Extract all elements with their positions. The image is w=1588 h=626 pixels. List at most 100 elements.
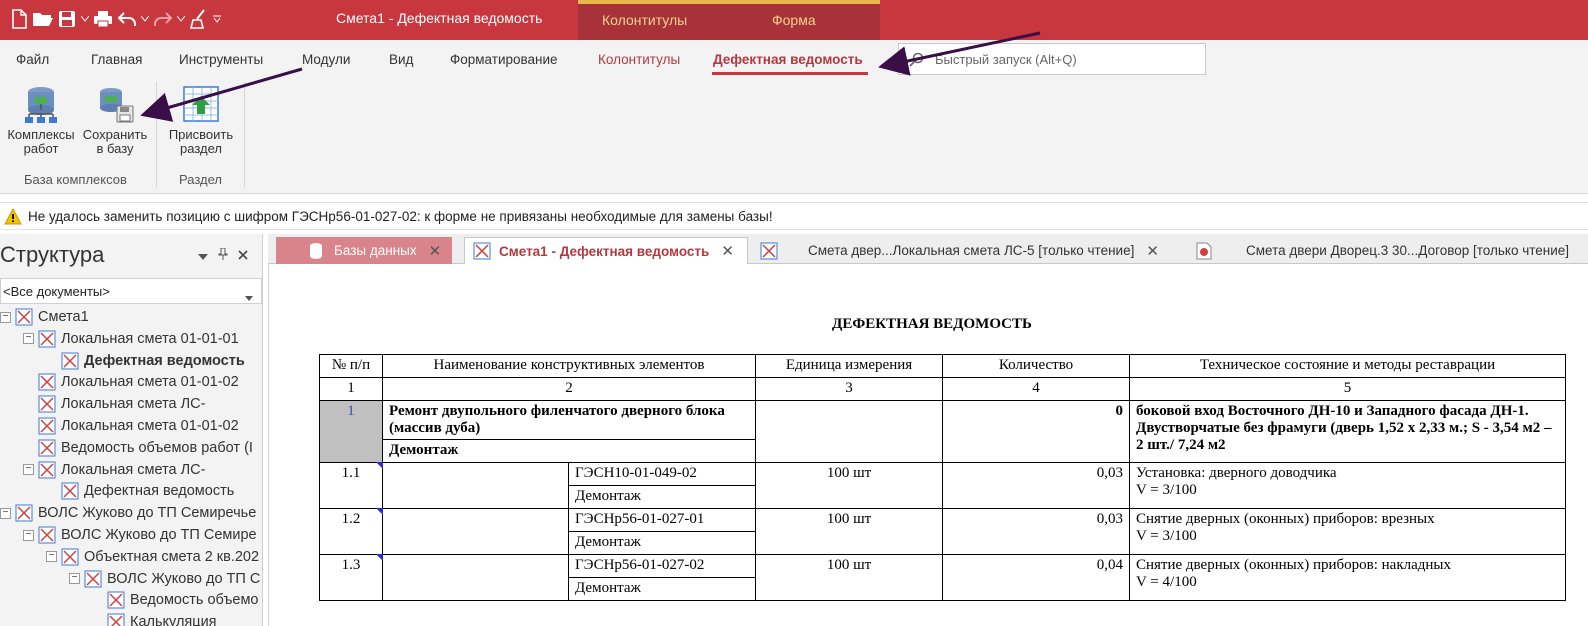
row-sub[interactable]: Демонтаж <box>568 577 756 601</box>
tree-item[interactable]: Дефектная ведомость <box>61 350 245 372</box>
tree-collapse-toggle[interactable]: − <box>23 529 34 541</box>
tree-item[interactable]: Локальная смета 01-01-02 <box>38 371 239 393</box>
column-number: 2 <box>382 377 756 401</box>
table-row[interactable]: 1.2 ГЭСНр56-01-027-01 100 шт 0,03 Снятие… <box>319 508 1566 555</box>
tree-item[interactable]: Ведомость объемов работ (I <box>38 437 253 459</box>
table-row[interactable]: 1.1 ГЭСН10-01-049-02 100 шт 0,03 Установ… <box>319 462 1566 509</box>
close-icon[interactable] <box>238 248 248 263</box>
tree-item[interactable]: − ВОЛС Жуково до ТП С <box>69 568 260 590</box>
row-number[interactable]: 1.1 <box>319 462 384 509</box>
row-state[interactable]: Установка: дверного доводчика V = 3/100 <box>1129 462 1566 509</box>
tab-formatting[interactable]: Форматирование <box>450 52 558 67</box>
tree-item[interactable]: Локальная смета ЛС- <box>38 393 205 415</box>
tree-item[interactable]: − Локальная смета 01-01-01 <box>23 328 239 350</box>
group-label-complexes-db: База комплексов <box>24 172 127 187</box>
section-title[interactable]: Ремонт двупольного филенчатого дверного … <box>382 400 756 440</box>
doc-tab-databases[interactable]: Базы данных ✕ <box>276 237 452 264</box>
row-quantity[interactable]: 0,04 <box>942 554 1130 601</box>
document-tab-bar: Базы данных ✕ Смета1 - Дефектная ведомос… <box>268 234 1588 264</box>
panel-menu-icon[interactable] <box>198 248 208 263</box>
tree-item[interactable]: Ведомость объемо <box>107 589 259 611</box>
row-sub[interactable]: Демонтаж <box>568 531 756 555</box>
print-icon[interactable] <box>92 7 114 31</box>
row-unit[interactable]: 100 шт <box>755 508 943 555</box>
tree-item[interactable]: − Смета1 <box>0 306 89 328</box>
close-icon[interactable]: ✕ <box>1146 242 1159 260</box>
row-code[interactable]: ГЭСНр56-01-027-01 <box>568 508 756 532</box>
context-tab-headers[interactable]: Колонтитулы <box>602 12 687 28</box>
row-quantity[interactable]: 0,03 <box>942 508 1130 555</box>
tree-collapse-toggle[interactable]: − <box>46 551 57 563</box>
tab-tools[interactable]: Инструменты <box>179 52 263 67</box>
column-header: Наименование конструктивных элементов <box>382 354 756 378</box>
assign-section-icon <box>181 84 221 124</box>
chevron-down-icon[interactable] <box>140 7 150 31</box>
customize-icon[interactable] <box>212 7 222 31</box>
tree-item[interactable]: − ВОЛС Жуково до ТП Семиречье <box>0 502 256 524</box>
chevron-down-icon[interactable] <box>176 7 186 31</box>
tab-file[interactable]: Файл <box>16 52 49 67</box>
tree-collapse-toggle[interactable]: − <box>23 464 34 476</box>
new-file-icon[interactable] <box>8 7 30 31</box>
document-icon <box>15 308 33 326</box>
tree-collapse-toggle[interactable]: − <box>69 573 80 585</box>
chevron-down-icon[interactable] <box>80 7 90 31</box>
assign-section-button[interactable]: Присвоить раздел <box>164 84 238 156</box>
section-subtitle[interactable]: Демонтаж <box>382 439 756 463</box>
row-unit[interactable]: 100 шт <box>755 462 943 509</box>
tree-item[interactable]: Калькуляция <box>107 611 217 626</box>
section-number[interactable]: 1 <box>319 400 383 463</box>
tree-item[interactable]: − Объектная смета 2 кв.202 <box>46 546 259 568</box>
tab-view[interactable]: Вид <box>389 52 413 67</box>
tree-collapse-toggle[interactable]: − <box>0 311 11 323</box>
row-state[interactable]: Снятие дверных (оконных) приборов: накла… <box>1129 554 1566 601</box>
tree-collapse-toggle[interactable]: − <box>23 333 34 345</box>
row-number[interactable]: 1.2 <box>319 508 384 555</box>
tree-item[interactable]: Дефектная ведомость <box>61 480 234 502</box>
row-code[interactable]: ГЭСН10-01-049-02 <box>568 462 756 486</box>
close-icon[interactable]: ✕ <box>721 242 734 260</box>
tree-item[interactable]: Локальная смета 01-01-02 <box>38 415 239 437</box>
undo-icon[interactable] <box>116 7 138 31</box>
row-state[interactable]: Снятие дверных (оконных) приборов: врезн… <box>1129 508 1566 555</box>
pin-icon[interactable] <box>218 247 228 263</box>
save-icon[interactable] <box>56 7 78 31</box>
window-title: Смета1 - Дефектная ведомость <box>336 10 543 26</box>
tree-collapse-toggle[interactable]: − <box>0 507 11 519</box>
section-unit-cell[interactable] <box>755 400 943 463</box>
doc-tab-contract[interactable]: Смета двери Дворец.3 30...Договор [тольк… <box>1192 237 1588 264</box>
document-filter-select[interactable]: <Все документы> <box>0 278 262 304</box>
work-complexes-label-2: работ <box>23 141 59 156</box>
section-state[interactable]: боковой вход Восточного ДН-10 и Западног… <box>1129 400 1566 463</box>
row-name-cell[interactable] <box>382 554 569 601</box>
save-to-database-button[interactable]: Сохранить в базу <box>80 84 150 156</box>
tab-modules[interactable]: Модули <box>302 52 350 67</box>
row-unit[interactable]: 100 шт <box>755 554 943 601</box>
tree-item[interactable]: − Локальная смета ЛС- <box>23 459 205 481</box>
doc-tab-local-estimate[interactable]: Смета двер...Локальная смета ЛС-5 [тольк… <box>760 237 1180 264</box>
section-row[interactable]: 1 Ремонт двупольного филенчатого дверног… <box>319 400 1566 463</box>
section-quantity[interactable]: 0 <box>942 400 1130 463</box>
row-sub[interactable]: Демонтаж <box>568 485 756 509</box>
redo-icon[interactable] <box>152 7 174 31</box>
tab-home[interactable]: Главная <box>91 52 142 67</box>
quick-launch-search[interactable]: Быстрый запуск (Alt+Q) <box>898 43 1206 75</box>
tab-defect-list[interactable]: Дефектная ведомость <box>713 52 863 67</box>
row-number[interactable]: 1.3 <box>319 554 384 601</box>
open-folder-icon[interactable] <box>32 7 54 31</box>
tree-item[interactable]: − ВОЛС Жуково до ТП Семире <box>23 524 257 546</box>
row-quantity[interactable]: 0,03 <box>942 462 1130 509</box>
defect-table: № п/п Наименование конструктивных элемен… <box>319 354 1566 601</box>
context-tab-form[interactable]: Форма <box>772 12 816 28</box>
work-complexes-button[interactable]: Комплексы работ <box>6 84 76 156</box>
row-code[interactable]: ГЭСНр56-01-027-02 <box>568 554 756 578</box>
row-name-cell[interactable] <box>382 508 569 555</box>
doc-tab-defect-list[interactable]: Смета1 - Дефектная ведомость ✕ <box>464 237 748 264</box>
tree-item-label: Дефектная ведомость <box>84 483 235 500</box>
close-icon[interactable]: ✕ <box>429 242 442 260</box>
row-name-cell[interactable] <box>382 462 569 509</box>
table-row[interactable]: 1.3 ГЭСНр56-01-027-02 100 шт 0,04 Снятие… <box>319 554 1566 601</box>
brush-icon[interactable] <box>188 7 210 31</box>
column-number: 1 <box>319 377 383 401</box>
tab-headers[interactable]: Колонтитулы <box>598 52 680 67</box>
